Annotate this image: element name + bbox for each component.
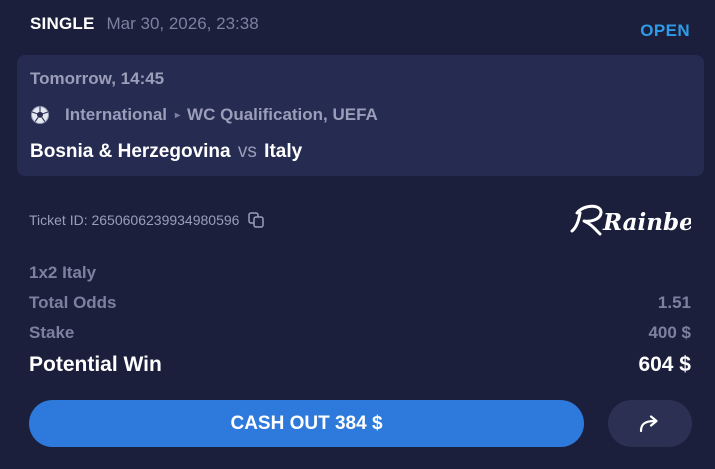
event-time: Tomorrow, 14:45 [30,69,165,88]
league-competition: WC Qualification, UEFA [187,105,378,124]
selection-label: 1x2 Italy [29,263,97,282]
cash-out-button[interactable]: CASH OUT 384 $ [29,400,584,447]
event-panel[interactable]: Tomorrow, 14:45 International ▸ WC Quali… [17,55,704,176]
share-arrow-icon [637,414,663,434]
potential-win-label: Potential Win [29,353,162,376]
bet-date: Mar 30, 2026, 23:38 [106,14,259,33]
ticket-id: Ticket ID: 2650606239934980596 [29,212,240,228]
soccer-ball-icon [30,105,50,125]
league-category: International [65,105,168,124]
ticket-id-row: Ticket ID: 2650606239934980596 [29,211,265,229]
logo-text: Rainbet [602,209,691,236]
stake-label: Stake [29,323,75,342]
potential-win-row: Potential Win 604 $ [29,353,691,377]
status-badge: OPEN [640,21,690,40]
odds-value: 1.51 [657,293,691,312]
home-team: Bosnia & Herzegovina [30,141,231,162]
event-match: Bosnia & Herzegovina vs Italy [30,141,302,163]
share-button[interactable] [608,400,692,447]
vs-label: vs [237,141,257,162]
rainbet-logo: Rainbet [569,198,705,247]
away-team: Italy [264,141,303,162]
bet-header: SINGLE Mar 30, 2026, 23:38 [30,14,259,38]
odds-row: Total Odds 1.51 [29,293,691,313]
breadcrumb-separator: ▸ [175,109,181,121]
copy-icon[interactable] [247,211,265,229]
potential-win-value: 604 $ [638,353,691,376]
bet-slip-card: SINGLE Mar 30, 2026, 23:38 OPEN Tomorrow… [0,0,715,469]
odds-label: Total Odds [29,293,117,312]
bet-type: SINGLE [30,14,95,33]
stake-value: 400 $ [648,323,691,342]
selection-row: 1x2 Italy [29,263,691,283]
stake-row: Stake 400 $ [29,323,691,343]
event-league: International ▸ WC Qualification, UEFA [30,105,378,125]
